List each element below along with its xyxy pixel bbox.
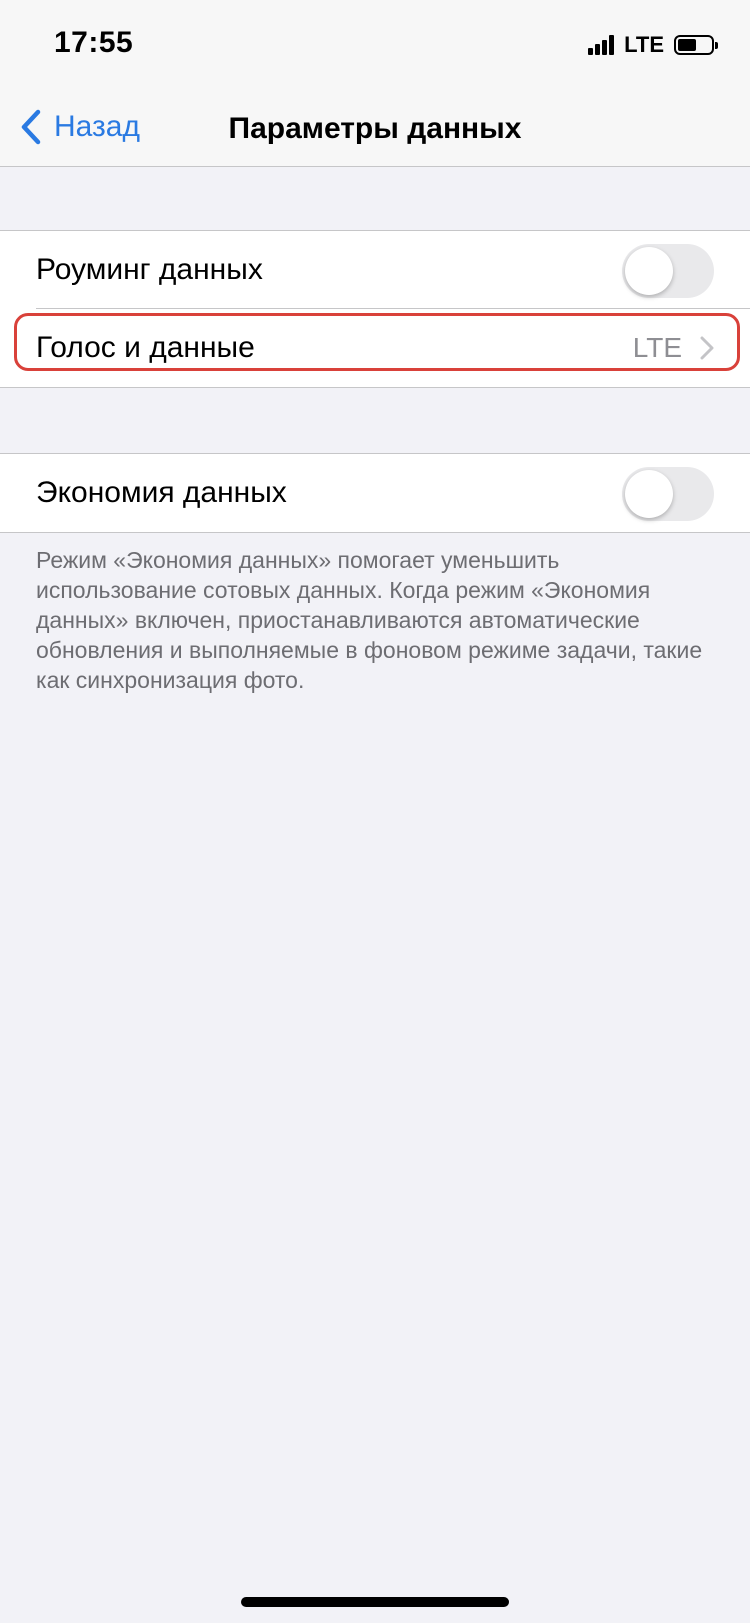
battery-level-fill (678, 39, 696, 51)
roaming-row: Роуминг данных (0, 231, 750, 309)
low-data-toggle[interactable] (622, 467, 714, 521)
cellular-signal-icon (588, 35, 616, 55)
toggle-knob (625, 470, 673, 518)
network-type-label: LTE (624, 32, 664, 57)
home-indicator[interactable] (241, 1597, 509, 1607)
cellular-settings-group: Роуминг данных Голос и данные LTE (0, 230, 750, 388)
voice-data-label: Голос и данные (36, 331, 255, 364)
low-data-row: Экономия данных (0, 454, 750, 532)
low-data-group: Экономия данных (0, 453, 750, 533)
chevron-left-icon (21, 109, 41, 145)
low-data-footer-note: Режим «Экономия данных» помогает уменьши… (36, 547, 703, 693)
roaming-toggle[interactable] (622, 244, 714, 298)
status-bar: 17:55 LTE (0, 0, 750, 90)
status-time: 17:55 (54, 26, 134, 59)
roaming-label: Роуминг данных (36, 253, 263, 286)
battery-icon (674, 35, 718, 55)
chevron-right-icon (700, 336, 714, 360)
navigation-bar: Назад Параметры данных (0, 90, 750, 167)
low-data-label: Экономия данных (36, 476, 287, 509)
voice-data-row[interactable]: Голос и данные LTE (0, 309, 750, 387)
battery-tip (715, 42, 718, 49)
page-title: Параметры данных (228, 112, 522, 145)
toggle-knob (625, 247, 673, 295)
back-label: Назад (54, 110, 140, 143)
status-indicators: LTE (588, 32, 718, 58)
back-button[interactable]: Назад (20, 104, 140, 150)
voice-data-value: LTE (632, 332, 682, 363)
